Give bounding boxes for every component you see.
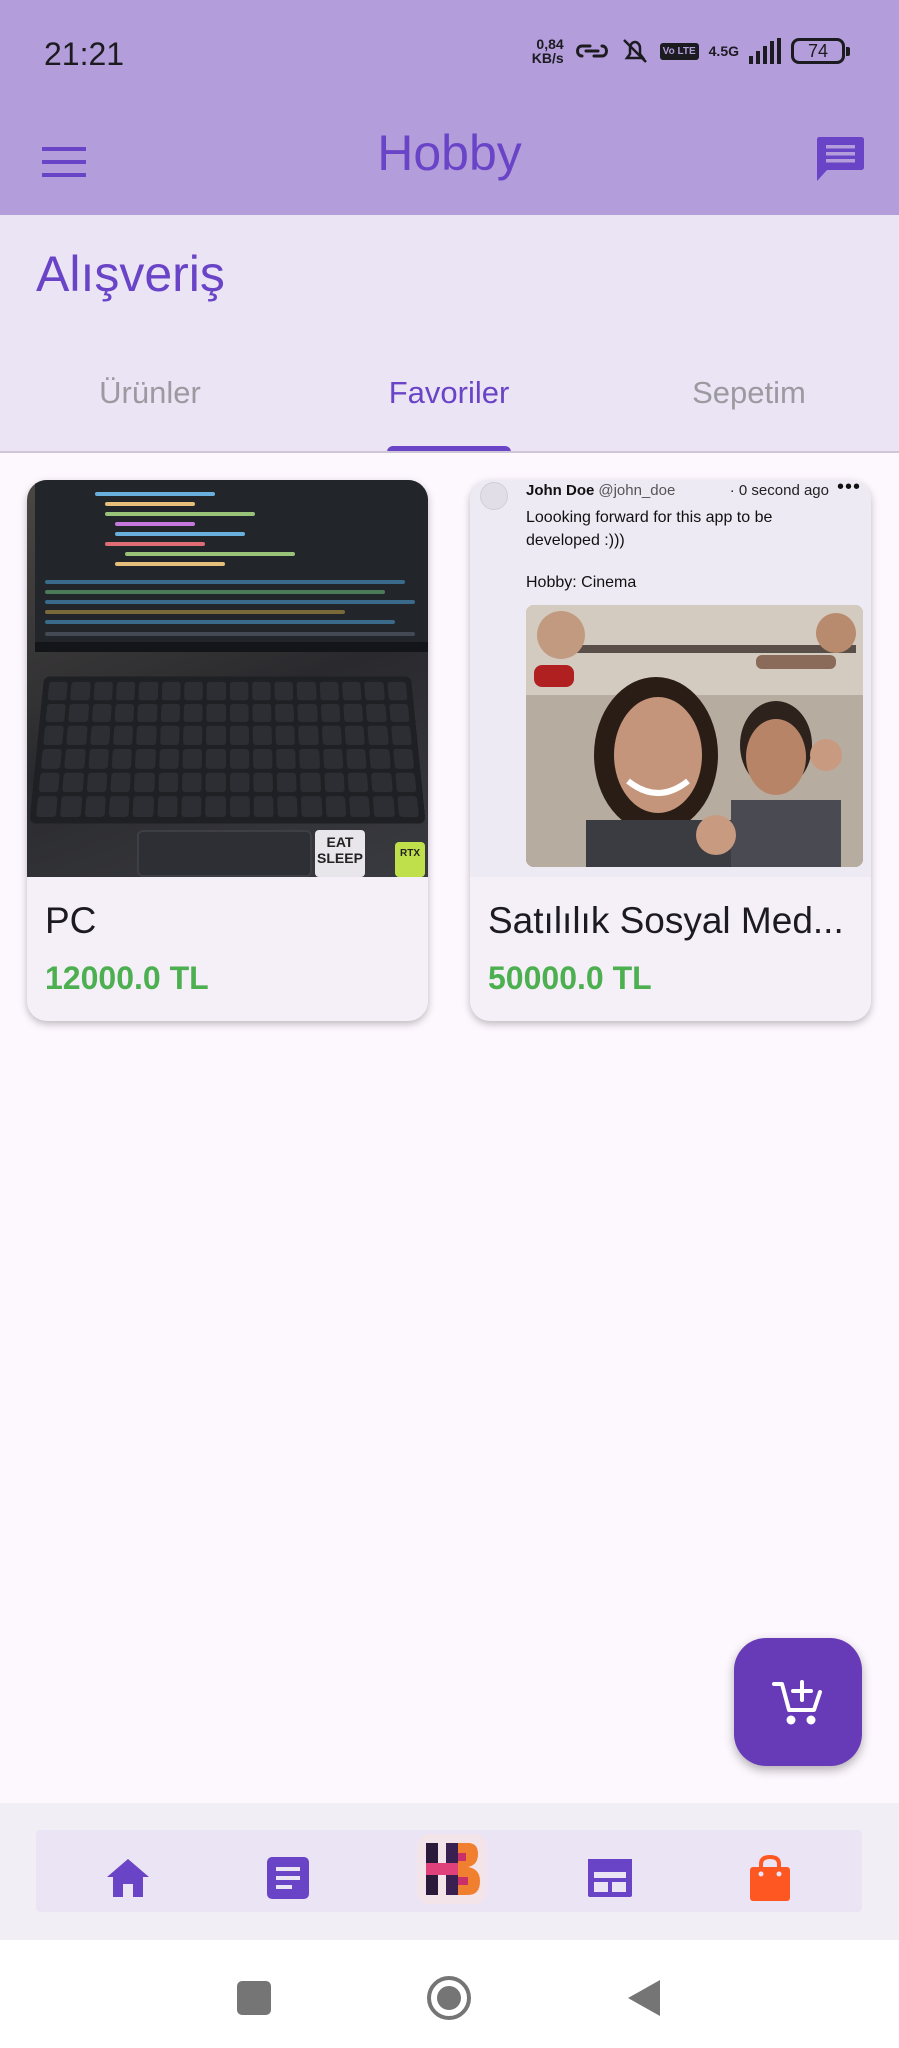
post-more-icon: ••• (836, 480, 861, 498)
laptop-screen (35, 480, 428, 652)
battery-indicator: 74 (791, 38, 850, 64)
status-time: 21:21 (44, 36, 125, 72)
product-card[interactable]: EAT SLEEP RTX PC 12000.0 TL (27, 480, 428, 1021)
shopping-header: Alışveriş Ürünler Favoriler Sepetim (0, 215, 899, 453)
product-card[interactable]: John Doe @john_doe · 0 second ago ••• Loo… (470, 480, 871, 1021)
product-price: 50000.0 TL (488, 960, 652, 996)
tab-products[interactable]: Ürünler (0, 375, 300, 411)
calendar-view-icon (588, 1859, 632, 1897)
tab-cart[interactable]: Sepetim (599, 375, 899, 411)
nav-posts[interactable] (258, 1848, 318, 1908)
nav-shop[interactable] (740, 1848, 800, 1908)
product-image: John Doe @john_doe · 0 second ago ••• Loo… (470, 480, 871, 877)
hobby-logo-icon (426, 1843, 480, 1895)
post-hobby: Hobby: Cinema (526, 574, 637, 591)
product-price: 12000.0 TL (45, 960, 209, 996)
add-to-cart-icon (772, 1680, 822, 1725)
post-handle: @john_doe (598, 482, 676, 499)
bell-off-icon (622, 39, 647, 63)
tab-favorites[interactable]: Favoriler (299, 375, 599, 411)
nav-events[interactable] (580, 1848, 640, 1908)
post-text: Loooking forward for this app to be deve… (526, 509, 773, 549)
chat-icon (817, 137, 864, 181)
signal-bars-icon (749, 38, 781, 64)
post-author: John Doe (526, 482, 595, 499)
post-header: John Doe @john_doe (526, 482, 675, 499)
product-image: EAT SLEEP RTX (27, 480, 428, 877)
recents-button[interactable] (226, 1970, 282, 2026)
add-to-cart-button[interactable] (734, 1638, 862, 1766)
laptop-keyboard (29, 676, 426, 824)
chat-button[interactable] (809, 128, 871, 190)
laptop-sticker: EAT SLEEP (315, 830, 365, 877)
status-bar: 21:21 0,84 KB/s Vo LTE 4.5G 74 (0, 0, 899, 108)
laptop-photo: EAT SLEEP RTX (27, 480, 428, 877)
hotspot-link-icon (575, 44, 608, 58)
laptop-touchpad (137, 830, 312, 877)
system-nav-bar (0, 1940, 899, 2048)
home-circle-icon (427, 1976, 471, 2020)
nav-hobby-logo[interactable] (417, 1834, 487, 1904)
post-avatar (480, 482, 508, 510)
recents-square-icon (237, 1981, 271, 2015)
status-icons: 0,84 KB/s Vo LTE 4.5G 74 (531, 36, 850, 66)
tab-divider (0, 451, 899, 453)
article-icon (267, 1857, 309, 1899)
app-bar: Hobby (0, 108, 899, 215)
shopping-bag-icon (750, 1855, 790, 1901)
network-speed: 0,84 KB/s (531, 36, 564, 66)
social-post-screenshot: John Doe @john_doe · 0 second ago ••• Loo… (470, 480, 871, 877)
page-title: Alışveriş (36, 246, 225, 302)
nav-home[interactable] (98, 1848, 158, 1908)
back-button[interactable] (616, 1970, 672, 2026)
product-title: PC (45, 900, 97, 941)
post-photo (526, 605, 863, 867)
home-icon (107, 1859, 149, 1897)
volte-badge: Vo LTE (659, 42, 699, 60)
post-time: · 0 second ago (729, 482, 829, 499)
back-triangle-icon (628, 1980, 660, 2016)
rtx-sticker: RTX (395, 842, 425, 877)
network-type: 4.5G (708, 43, 739, 59)
selfie-photo (526, 605, 863, 867)
home-system-button[interactable] (421, 1970, 477, 2026)
product-title: Satılılık Sosyal Med... (488, 900, 844, 941)
app-title: Hobby (377, 125, 522, 181)
